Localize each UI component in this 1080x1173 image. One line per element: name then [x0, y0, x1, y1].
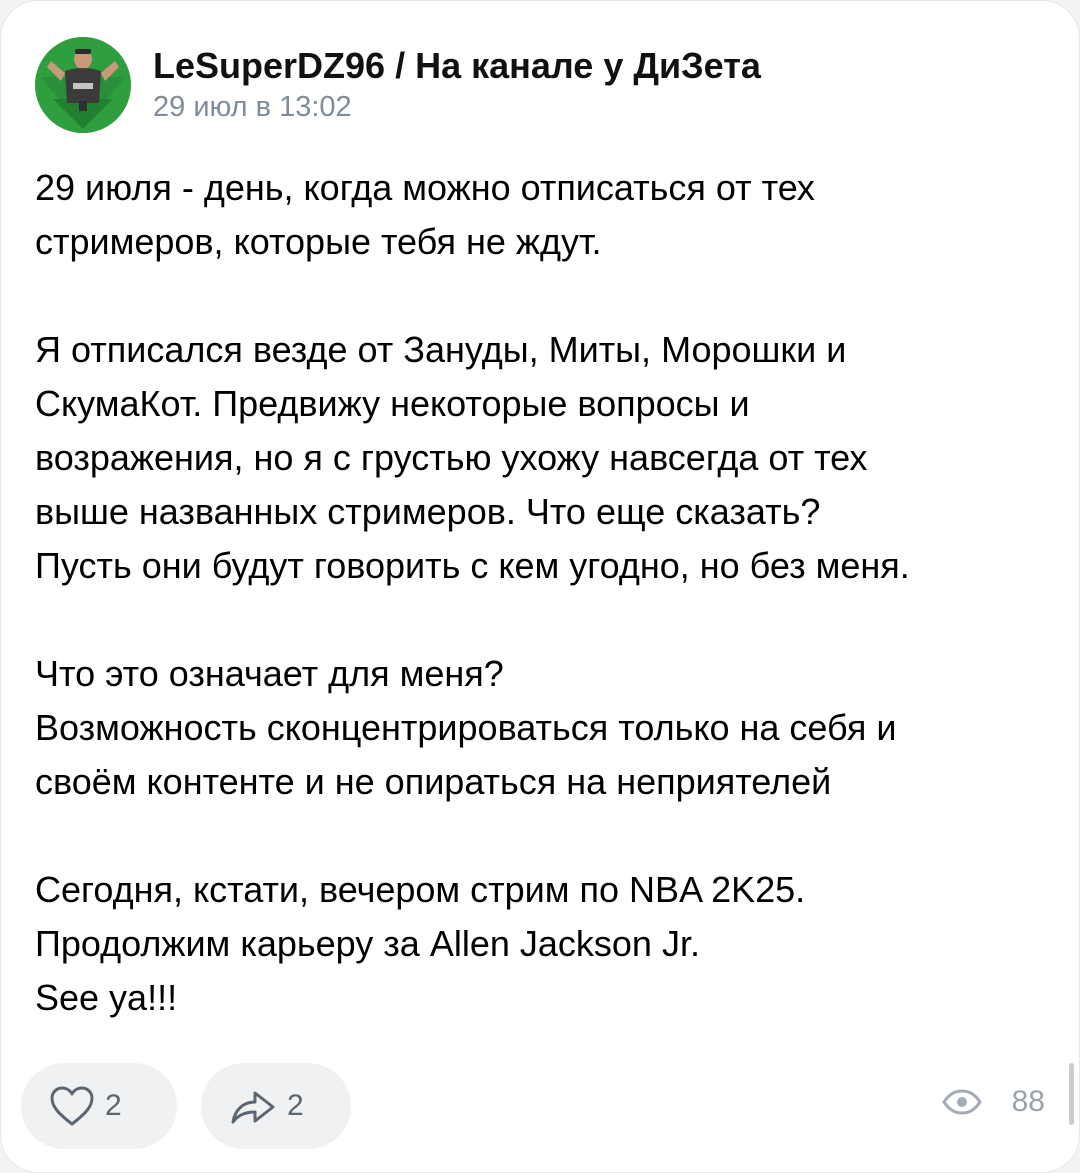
post-line: Я отписался везде от Зануды, Миты, Морош…	[35, 329, 847, 370]
share-button[interactable]: 2	[201, 1063, 351, 1149]
post-line: Пусть они будут говорить с кем угодно, н…	[35, 545, 910, 586]
scrollbar[interactable]	[1069, 1063, 1074, 1125]
eye-icon	[941, 1089, 982, 1115]
post-line: 29 июля - день, когда можно отписаться о…	[35, 167, 815, 208]
post-line: СкумаКот. Предвижу некоторые вопросы и	[35, 383, 750, 424]
post-line: Продолжим карьеру за Allen Jackson Jr.	[35, 923, 700, 964]
share-arrow-icon	[231, 1091, 275, 1124]
like-button[interactable]: 2	[21, 1063, 177, 1149]
post-line: See ya!!!	[35, 977, 178, 1018]
post-author[interactable]: LeSuperDZ96 / На канале у ДиЗета	[153, 45, 761, 87]
post-body: 29 июля - день, когда можно отписаться о…	[35, 161, 1055, 1025]
views-count: 88	[1011, 1085, 1045, 1118]
views-counter: 88	[941, 1085, 1045, 1119]
post-timestamp[interactable]: 29 июл в 13:02	[153, 91, 352, 124]
author-avatar[interactable]	[35, 37, 131, 133]
avatar-image	[35, 37, 131, 133]
post-line: Возможность сконцентрироваться только на…	[35, 707, 897, 748]
post-line: своём контенте и не опираться на неприят…	[35, 761, 832, 802]
heart-icon	[50, 1086, 94, 1126]
post-line: выше названных стримеров. Что еще сказат…	[35, 491, 821, 532]
share-count: 2	[287, 1089, 304, 1122]
post-line: Что это означает для меня?	[35, 653, 504, 694]
like-count: 2	[105, 1089, 122, 1122]
post-line: возражения, но я с грустью ухожу навсегд…	[35, 437, 868, 478]
post-line: Сегодня, кстати, вечером стрим по NBA 2K…	[35, 869, 806, 910]
post-card: LeSuperDZ96 / На канале у ДиЗета 29 июл …	[0, 0, 1080, 1173]
post-line: стримеров, которые тебя не ждут.	[35, 221, 602, 262]
